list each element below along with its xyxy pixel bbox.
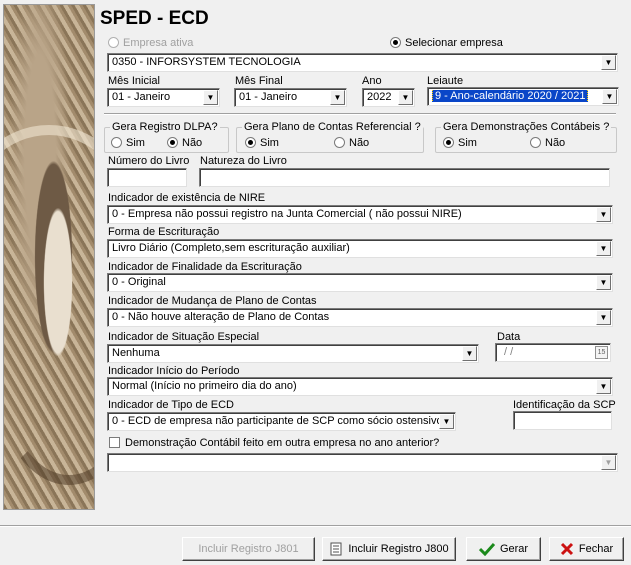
radio-selecionar-empresa[interactable]: Selecionar empresa xyxy=(390,37,503,49)
mes-final-label: Mês Final xyxy=(235,75,283,87)
natureza-livro-input[interactable] xyxy=(199,168,610,187)
mudanca-select[interactable]: 0 - Não houve alteração de Plano de Cont… xyxy=(107,308,613,327)
numero-livro-label: Número do Livro xyxy=(108,155,190,167)
divider xyxy=(104,113,616,115)
chevron-down-icon[interactable]: ▼ xyxy=(596,207,611,222)
radio-circle xyxy=(390,37,401,48)
scp-label: Identificação da SCP xyxy=(513,399,616,411)
leiaute-select[interactable]: 9 - Ano-calendário 2020 / 2021 ▼ xyxy=(427,87,619,106)
chevron-down-icon[interactable]: ▼ xyxy=(330,90,345,105)
natureza-livro-label: Natureza do Livro xyxy=(200,155,287,167)
chevron-down-icon[interactable]: ▼ xyxy=(398,90,413,105)
mes-final-select[interactable]: 01 - Janeiro ▼ xyxy=(234,88,347,107)
chevron-down-icon[interactable]: ▼ xyxy=(596,379,611,394)
chevron-down-icon[interactable]: ▼ xyxy=(601,455,616,470)
nire-select[interactable]: 0 - Empresa não possui registro na Junta… xyxy=(107,205,613,224)
calendar-icon[interactable]: 15 xyxy=(595,346,608,359)
check-icon xyxy=(478,542,495,556)
gerar-button[interactable]: Gerar xyxy=(466,537,541,561)
demonstracao-select[interactable]: ▼ xyxy=(107,453,618,472)
finalidade-label: Indicador de Finalidade da Escrituração xyxy=(108,261,302,273)
data-label: Data xyxy=(497,331,521,343)
mes-inicial-label: Mês Inicial xyxy=(108,75,160,87)
data-input[interactable]: / / 15 xyxy=(495,343,611,362)
mes-inicial-select[interactable]: 01 - Janeiro ▼ xyxy=(107,88,220,107)
page-title: SPED - ECD xyxy=(100,8,209,29)
demonstracao-checkbox[interactable]: Demonstração Contábil feito em outra emp… xyxy=(109,437,439,449)
close-icon xyxy=(560,542,573,556)
numero-livro-input[interactable] xyxy=(107,168,187,187)
chevron-down-icon[interactable]: ▼ xyxy=(602,89,617,104)
tipo-select[interactable]: 0 - ECD de empresa não participante de S… xyxy=(107,412,456,431)
inicio-label: Indicador Início do Período xyxy=(108,365,240,377)
demonstracoes-nao-radio[interactable]: Não xyxy=(530,137,565,149)
ano-select[interactable]: 2022 ▼ xyxy=(362,88,415,107)
inicio-select[interactable]: Normal (Início no primeiro dia do ano) ▼ xyxy=(107,377,613,396)
chevron-down-icon[interactable]: ▼ xyxy=(439,414,454,429)
mudanca-label: Indicador de Mudança de Plano de Contas xyxy=(108,295,317,307)
footer-divider xyxy=(0,525,631,527)
plano-ref-nao-radio[interactable]: Não xyxy=(334,137,369,149)
chevron-down-icon[interactable]: ▼ xyxy=(203,90,218,105)
document-icon xyxy=(330,542,342,556)
chevron-down-icon[interactable]: ▼ xyxy=(601,55,616,70)
demonstracoes-sim-radio[interactable]: Sim xyxy=(443,137,477,149)
side-banner-image xyxy=(3,4,95,510)
forma-label: Forma de Escrituração xyxy=(108,226,220,238)
radio-circle xyxy=(108,37,119,48)
nire-label: Indicador de existência de NIRE xyxy=(108,192,266,204)
finalidade-select[interactable]: 0 - Original ▼ xyxy=(107,273,613,292)
situacao-select[interactable]: Nenhuma ▼ xyxy=(107,344,479,363)
plano-ref-sim-radio[interactable]: Sim xyxy=(245,137,279,149)
empresa-select[interactable]: 0350 - INFORSYSTEM TECNOLOGIA ▼ xyxy=(107,53,618,72)
ano-label: Ano xyxy=(362,75,382,87)
incluir-j800-button[interactable]: Incluir Registro J800 xyxy=(322,537,456,561)
dlpa-nao-radio[interactable]: Não xyxy=(167,137,202,149)
chevron-down-icon[interactable]: ▼ xyxy=(596,310,611,325)
dlpa-sim-radio[interactable]: Sim xyxy=(111,137,145,149)
incluir-j801-button[interactable]: Incluir Registro J801 xyxy=(182,537,315,561)
chevron-down-icon[interactable]: ▼ xyxy=(462,346,477,361)
forma-select[interactable]: Livro Diário (Completo,sem escrituração … xyxy=(107,239,613,258)
chevron-down-icon[interactable]: ▼ xyxy=(596,275,611,290)
situacao-label: Indicador de Situação Especial xyxy=(108,331,260,343)
radio-empresa-ativa[interactable]: Empresa ativa xyxy=(108,37,193,49)
chevron-down-icon[interactable]: ▼ xyxy=(596,241,611,256)
tipo-label: Indicador de Tipo de ECD xyxy=(108,399,234,411)
checkbox-box xyxy=(109,437,120,448)
scp-input[interactable] xyxy=(513,411,612,430)
leiaute-label: Leiaute xyxy=(427,75,464,87)
fechar-button[interactable]: Fechar xyxy=(549,537,624,561)
